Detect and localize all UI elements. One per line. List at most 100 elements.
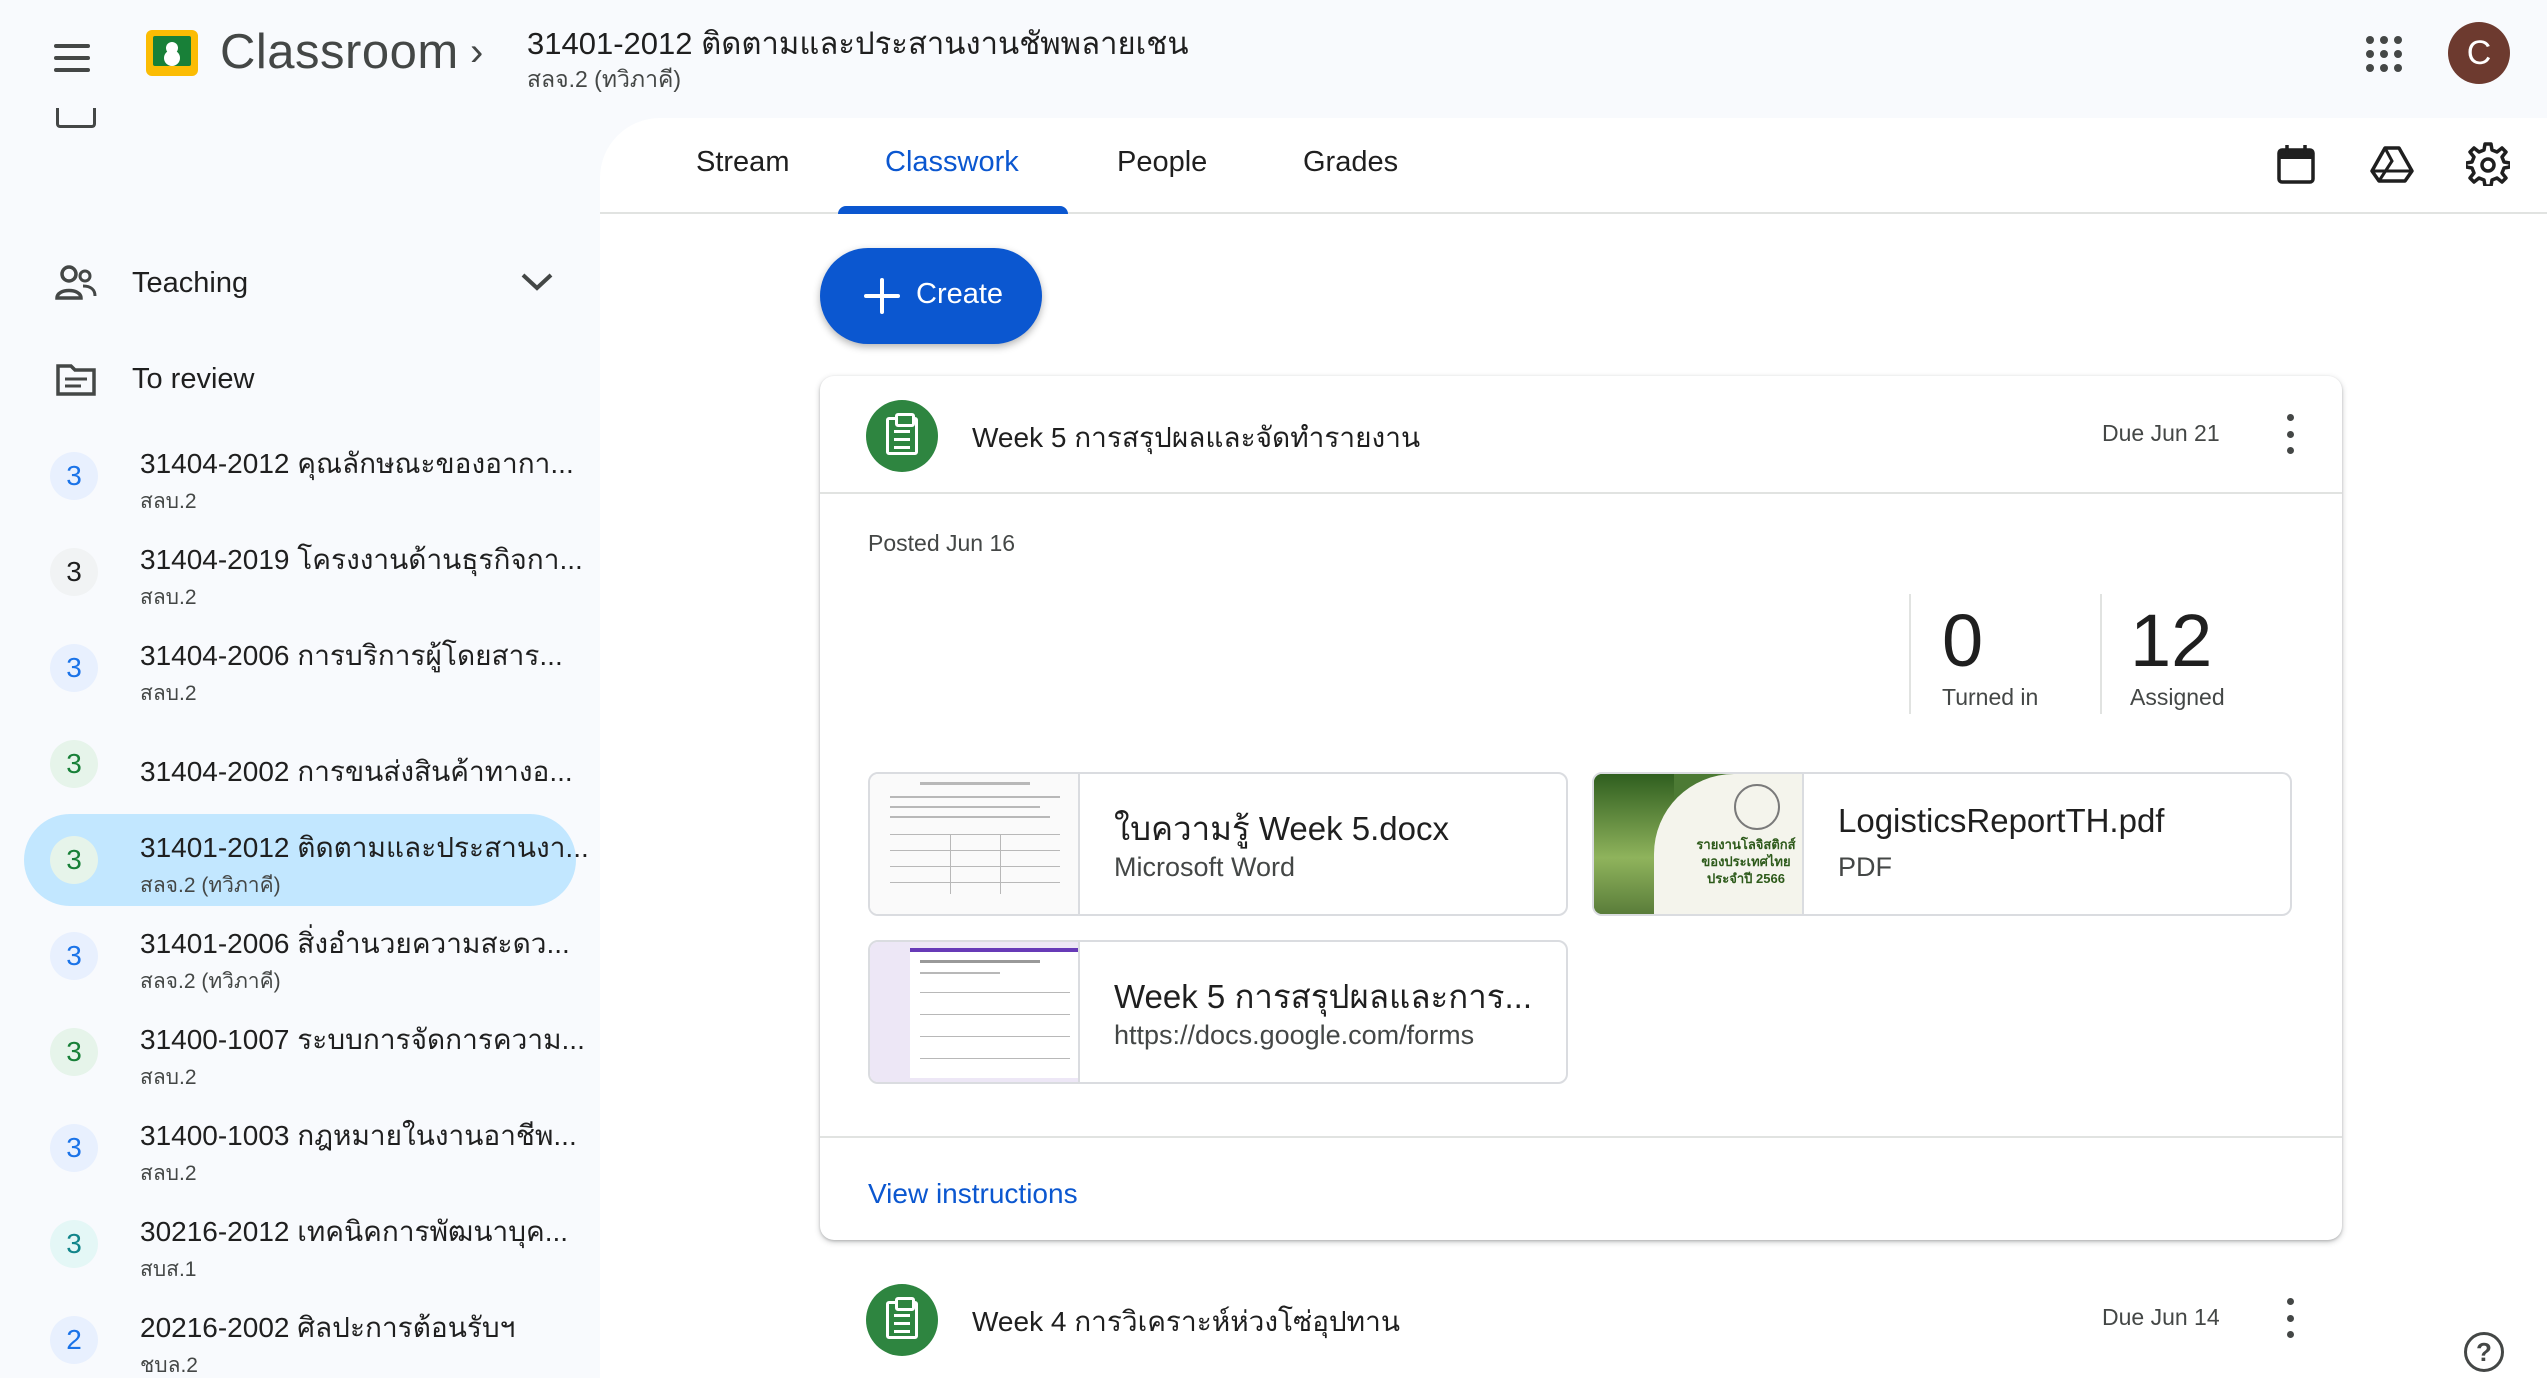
class-name: 31401-2012 ติดตามและประสานงา... bbox=[140, 832, 589, 863]
sidebar-to-review-label: To review bbox=[132, 362, 255, 395]
to-review-folder-icon bbox=[54, 357, 98, 401]
class-section: สลบ.2 bbox=[140, 682, 197, 705]
assignment-row[interactable]: Week 4 การวิเคราะห์ห่วงโซ่อุปทาน Due Jun… bbox=[820, 1278, 2342, 1378]
class-name: 20216-2002 ศิลปะการต้อนรับฯ bbox=[140, 1312, 516, 1343]
class-section: สลบ.2 bbox=[140, 1162, 197, 1185]
class-badge: 3 bbox=[50, 644, 98, 692]
assignment-due: Due Jun 14 bbox=[2102, 1304, 2220, 1330]
assignment-card-header[interactable]: Week 5 การสรุปผลและจัดทำรายงาน Due Jun 2… bbox=[820, 376, 2342, 494]
sidebar: Teaching To review 3 31404-2012 คุณลักษณะ… bbox=[0, 100, 600, 1378]
app-name[interactable]: Classroom bbox=[220, 24, 459, 80]
plus-icon bbox=[858, 272, 906, 320]
tab-grades[interactable]: Grades bbox=[1303, 146, 1398, 179]
pdf-thumbnail-title: รายงานโลจิสติกส์ ของประเทศไทย ประจำปี 25… bbox=[1696, 837, 1796, 886]
google-apps-icon[interactable] bbox=[2366, 36, 2402, 72]
stat-divider bbox=[1909, 594, 1911, 714]
tab-people[interactable]: People bbox=[1117, 146, 1207, 179]
class-section: สลบ.2 bbox=[140, 1066, 197, 1089]
assignment-title: Week 5 การสรุปผลและจัดทำรายงาน bbox=[972, 422, 1421, 453]
teaching-people-icon bbox=[54, 261, 98, 305]
class-badge: 3 bbox=[50, 1124, 98, 1172]
class-badge: 3 bbox=[50, 740, 98, 788]
attachment-type: PDF bbox=[1838, 852, 1892, 882]
sidebar-teaching[interactable]: Teaching bbox=[0, 240, 600, 326]
sidebar-teaching-label: Teaching bbox=[132, 266, 249, 299]
sidebar-class-item[interactable]: 3 31404-2002 การขนส่งสินค้าทางอ... bbox=[24, 718, 576, 810]
sidebar-class-item[interactable]: 3 31401-2012 ติดตามและประสานงา... สลจ.2 (ท… bbox=[24, 814, 589, 906]
account-avatar[interactable]: C bbox=[2448, 22, 2510, 84]
sidebar-class-item[interactable]: 2 20216-2002 ศิลปะการต้อนรับฯชบล.2 bbox=[24, 1294, 576, 1378]
attachment-form[interactable]: Week 5 การสรุปผลและการ... https://docs.g… bbox=[868, 940, 1568, 1084]
assignment-icon bbox=[866, 400, 938, 472]
create-button[interactable]: Create bbox=[820, 248, 1042, 344]
turned-in-count[interactable]: 0 bbox=[1942, 598, 1983, 683]
sidebar-to-review[interactable]: To review bbox=[0, 336, 600, 422]
assignment-due: Due Jun 21 bbox=[2102, 420, 2220, 446]
form-thumbnail bbox=[870, 942, 1080, 1082]
attachment-name: ใบความรู้ Week 5.docx bbox=[1114, 810, 1449, 847]
sidebar-class-item[interactable]: 3 31401-2006 สิ่งอำนวยความสะดว... สลจ.2 (ท… bbox=[24, 910, 576, 1002]
class-badge: 3 bbox=[50, 452, 98, 500]
assigned-label: Assigned bbox=[2130, 684, 2225, 710]
class-name: 31401-2006 สิ่งอำนวยความสะดว... bbox=[140, 928, 570, 959]
main-menu-button[interactable] bbox=[42, 28, 102, 88]
sidebar-class-item[interactable]: 3 31404-2006 การบริการผู้โดยสาร... สลบ.2 bbox=[24, 622, 576, 714]
tab-stream[interactable]: Stream bbox=[696, 146, 789, 179]
class-name: 31404-2006 การบริการผู้โดยสาร... bbox=[140, 640, 563, 671]
calendar-icon[interactable] bbox=[2272, 140, 2320, 188]
class-name: 31400-1007 ระบบการจัดการความ... bbox=[140, 1024, 585, 1055]
sidebar-class-item[interactable]: 3 31400-1007 ระบบการจัดการความ... สลบ.2 bbox=[24, 1006, 585, 1098]
posted-date: Posted Jun 16 bbox=[868, 530, 1016, 556]
class-badge: 3 bbox=[50, 1220, 98, 1268]
tab-bar: Stream Classwork People Grades bbox=[600, 118, 2547, 214]
class-title[interactable]: 31401-2012 ติดตามและประสานงานชัพพลายเชน bbox=[527, 18, 1189, 68]
more-options-icon[interactable] bbox=[2284, 414, 2296, 454]
attachment-type: https://docs.google.com/forms bbox=[1114, 1020, 1475, 1050]
chevron-down-icon[interactable] bbox=[520, 266, 554, 300]
help-icon[interactable]: ? bbox=[2464, 1332, 2504, 1372]
assignment-card: Week 5 การสรุปผลและจัดทำรายงาน Due Jun 2… bbox=[820, 376, 2342, 1240]
tab-classwork[interactable]: Classwork bbox=[885, 146, 1019, 179]
calendar-partial-icon bbox=[56, 108, 96, 128]
class-name: 31404-2019 โครงงานด้านธุรกิจกา... bbox=[140, 544, 583, 575]
class-section: ชบล.2 bbox=[140, 1354, 198, 1377]
assignment-title: Week 4 การวิเคราะห์ห่วงโซ่อุปทาน bbox=[972, 1306, 1400, 1337]
assignment-card-footer: View instructions bbox=[820, 1136, 2342, 1240]
view-instructions-link[interactable]: View instructions bbox=[868, 1178, 1078, 1210]
sidebar-class-item[interactable]: 3 31404-2012 คุณลักษณะของอากา... สลบ.2 bbox=[24, 430, 576, 522]
class-badge: 2 bbox=[50, 1316, 98, 1364]
class-badge: 3 bbox=[50, 1028, 98, 1076]
sidebar-class-item[interactable]: 3 30216-2012 เทคนิคการพัฒนาบุค... สบส.1 bbox=[24, 1198, 576, 1290]
class-section: สลบ.2 bbox=[140, 490, 197, 513]
active-tab-indicator bbox=[838, 206, 1068, 214]
class-section: สลจ.2 (ทวิภาคี) bbox=[140, 970, 281, 993]
attachment-docx[interactable]: ใบความรู้ Week 5.docx Microsoft Word bbox=[868, 772, 1568, 916]
sidebar-class-item[interactable]: 3 31404-2019 โครงงานด้านธุรกิจกา... สลบ.2 bbox=[24, 526, 583, 618]
main-panel: Stream Classwork People Grades Create We… bbox=[600, 118, 2547, 1378]
class-section: สลจ.2 (ทวิภาคี) bbox=[140, 874, 281, 897]
class-name: 30216-2012 เทคนิคการพัฒนาบุค... bbox=[140, 1216, 569, 1247]
more-options-icon[interactable] bbox=[2284, 1298, 2296, 1338]
turned-in-label: Turned in bbox=[1942, 684, 2039, 710]
sidebar-class-item[interactable]: 3 31400-1003 กฎหมายในงานอาชีพ... สลบ.2 bbox=[24, 1102, 577, 1194]
class-badge: 3 bbox=[50, 932, 98, 980]
assigned-count[interactable]: 12 bbox=[2130, 598, 2212, 683]
attachment-name: LogisticsReportTH.pdf bbox=[1838, 802, 2165, 839]
assignment-icon bbox=[866, 1284, 938, 1356]
create-button-label: Create bbox=[916, 278, 1004, 310]
pdf-thumbnail: รายงานโลจิสติกส์ ของประเทศไทย ประจำปี 25… bbox=[1594, 774, 1804, 914]
classroom-logo-icon[interactable] bbox=[146, 30, 198, 76]
class-badge: 3 bbox=[50, 548, 98, 596]
class-section: สลบ.2 bbox=[140, 586, 197, 609]
attachment-name: Week 5 การสรุปผลและการ... bbox=[1114, 978, 1533, 1015]
class-name: 31404-2002 การขนส่งสินค้าทางอ... bbox=[140, 756, 573, 787]
stat-divider bbox=[2100, 594, 2102, 714]
class-section: สบส.1 bbox=[140, 1258, 197, 1281]
class-badge: 3 bbox=[50, 836, 98, 884]
attachment-pdf[interactable]: รายงานโลจิสติกส์ ของประเทศไทย ประจำปี 25… bbox=[1592, 772, 2292, 916]
settings-gear-icon[interactable] bbox=[2464, 140, 2512, 188]
attachment-type: Microsoft Word bbox=[1114, 852, 1296, 882]
class-name: 31404-2012 คุณลักษณะของอากา... bbox=[140, 448, 574, 479]
google-drive-icon[interactable] bbox=[2368, 140, 2416, 188]
docx-thumbnail bbox=[870, 774, 1080, 914]
